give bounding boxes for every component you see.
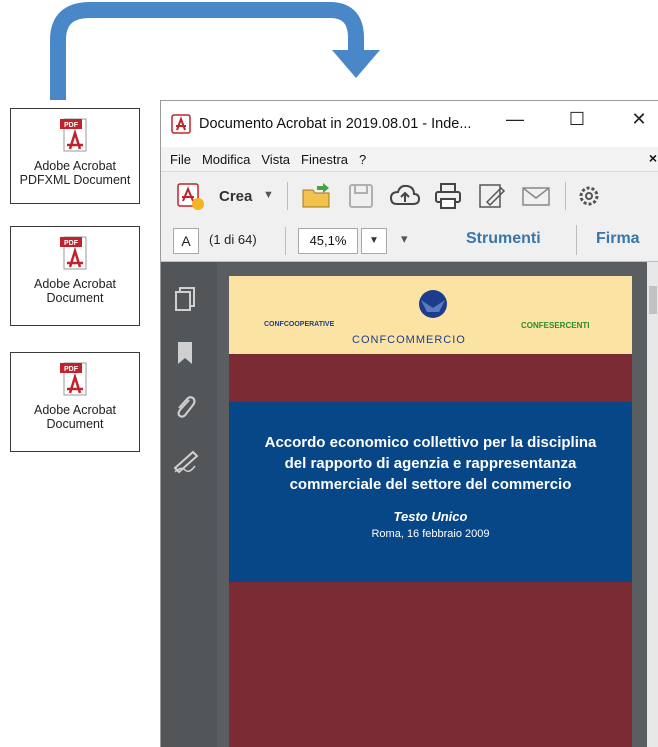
file-label: Document — [46, 417, 104, 431]
navigation-toolbar: A (1 di 64) 45,1% ▼ ▾ Strumenti Firma — [161, 219, 658, 262]
eagle-logo-icon — [419, 290, 447, 318]
menu-modifica[interactable]: Modifica — [202, 152, 250, 167]
acrobat-window: Documento Acrobat in 2019.08.01 - Inde..… — [160, 100, 658, 747]
minimize-button[interactable]: — — [495, 109, 535, 130]
print-icon[interactable] — [433, 182, 463, 210]
main-toolbar: Crea ▼ — [161, 171, 658, 221]
scrollbar-thumb[interactable] — [649, 286, 657, 314]
toolbar-separator — [576, 225, 577, 255]
edit-icon[interactable] — [477, 182, 507, 210]
toolbar-separator — [565, 182, 566, 210]
document-title: Accordo economico collettivo per la disc… — [264, 434, 597, 493]
menu-vista[interactable]: Vista — [261, 152, 290, 167]
svg-text:PDF: PDF — [64, 122, 79, 129]
logo-header: CONFCOOPERATIVE CONFCOMMERCIO CONFESERCE… — [229, 276, 632, 354]
menu-help[interactable]: ? — [359, 152, 366, 167]
chevron-down-icon[interactable]: ▼ — [263, 189, 274, 201]
file-label: PDFXML Document — [19, 173, 131, 187]
page-indicator: (1 di 64) — [209, 232, 257, 247]
document-date: Roma, 16 febbraio 2009 — [371, 528, 490, 540]
zoom-input[interactable]: 45,1% — [298, 228, 358, 254]
tab-strumenti[interactable]: Strumenti — [466, 230, 541, 248]
document-subtitle: Testo Unico — [393, 509, 468, 524]
logo-confcommercio: CONFCOMMERCIO — [352, 334, 466, 346]
tab-firma[interactable]: Firma — [596, 230, 640, 248]
create-button[interactable]: Crea — [219, 188, 252, 205]
title-bar[interactable]: Documento Acrobat in 2019.08.01 - Inde..… — [161, 101, 658, 147]
settings-icon[interactable] — [575, 182, 601, 210]
menu-bar: File Modifica Vista Finestra ? × — [161, 147, 658, 171]
svg-text:PDF: PDF — [64, 366, 79, 373]
title-band: Accordo economico collettivo per la disc… — [229, 402, 632, 582]
file-tile-pdf-2[interactable]: PDF Adobe Acrobat Document — [10, 352, 140, 452]
close-window-button[interactable]: ✕ — [619, 109, 658, 130]
file-label: Adobe Acrobat — [33, 277, 116, 291]
svg-text:PDF: PDF — [64, 240, 79, 247]
file-tile-pdf-1[interactable]: PDF Adobe Acrobat Document — [10, 226, 140, 326]
menu-finestra[interactable]: Finestra — [301, 152, 348, 167]
file-tile-pdfxml[interactable]: PDF Adobe Acrobat PDFXML Document — [10, 108, 140, 204]
attachment-icon[interactable] — [173, 394, 197, 420]
select-text-button[interactable]: A — [173, 228, 199, 254]
maximize-button[interactable]: ☐ — [557, 109, 597, 130]
signature-icon[interactable] — [173, 448, 199, 474]
file-label: Document — [46, 291, 104, 305]
logo-confesercenti: CONFESERCENTI — [521, 321, 590, 330]
bookmark-icon[interactable] — [173, 340, 197, 366]
open-folder-icon[interactable] — [301, 182, 333, 210]
cloud-upload-icon[interactable] — [389, 182, 421, 210]
window-title: Documento Acrobat in 2019.08.01 - Inde..… — [199, 116, 472, 132]
logo-confcooperative: CONFCOOPERATIVE — [264, 321, 335, 328]
document-viewer[interactable]: CONFCOOPERATIVE CONFCOMMERCIO CONFESERCE… — [217, 262, 658, 747]
file-label: Adobe Acrobat — [33, 159, 116, 173]
email-icon[interactable] — [521, 182, 551, 210]
file-label: Adobe Acrobat — [33, 403, 116, 417]
save-icon[interactable] — [347, 182, 375, 210]
pdf-file-icon: PDF — [60, 362, 87, 396]
pdf-file-icon: PDF — [60, 118, 87, 152]
navigation-panel — [161, 262, 217, 747]
more-tools-icon[interactable]: ▾ — [401, 231, 408, 247]
acrobat-app-icon — [171, 114, 191, 134]
vertical-scrollbar[interactable] — [647, 262, 658, 747]
toolbar-separator — [285, 227, 286, 255]
curved-arrow — [50, 2, 380, 100]
zoom-dropdown-button[interactable]: ▼ — [361, 228, 387, 254]
pdf-page: CONFCOOPERATIVE CONFCOMMERCIO CONFESERCE… — [229, 276, 632, 747]
pdf-file-icon: PDF — [60, 236, 87, 270]
toolbar-separator — [287, 182, 288, 210]
create-pdf-icon[interactable] — [175, 182, 207, 212]
close-document-button[interactable]: × — [649, 150, 657, 166]
menu-file[interactable]: File — [170, 152, 191, 167]
page-thumbnails-icon[interactable] — [173, 286, 197, 312]
